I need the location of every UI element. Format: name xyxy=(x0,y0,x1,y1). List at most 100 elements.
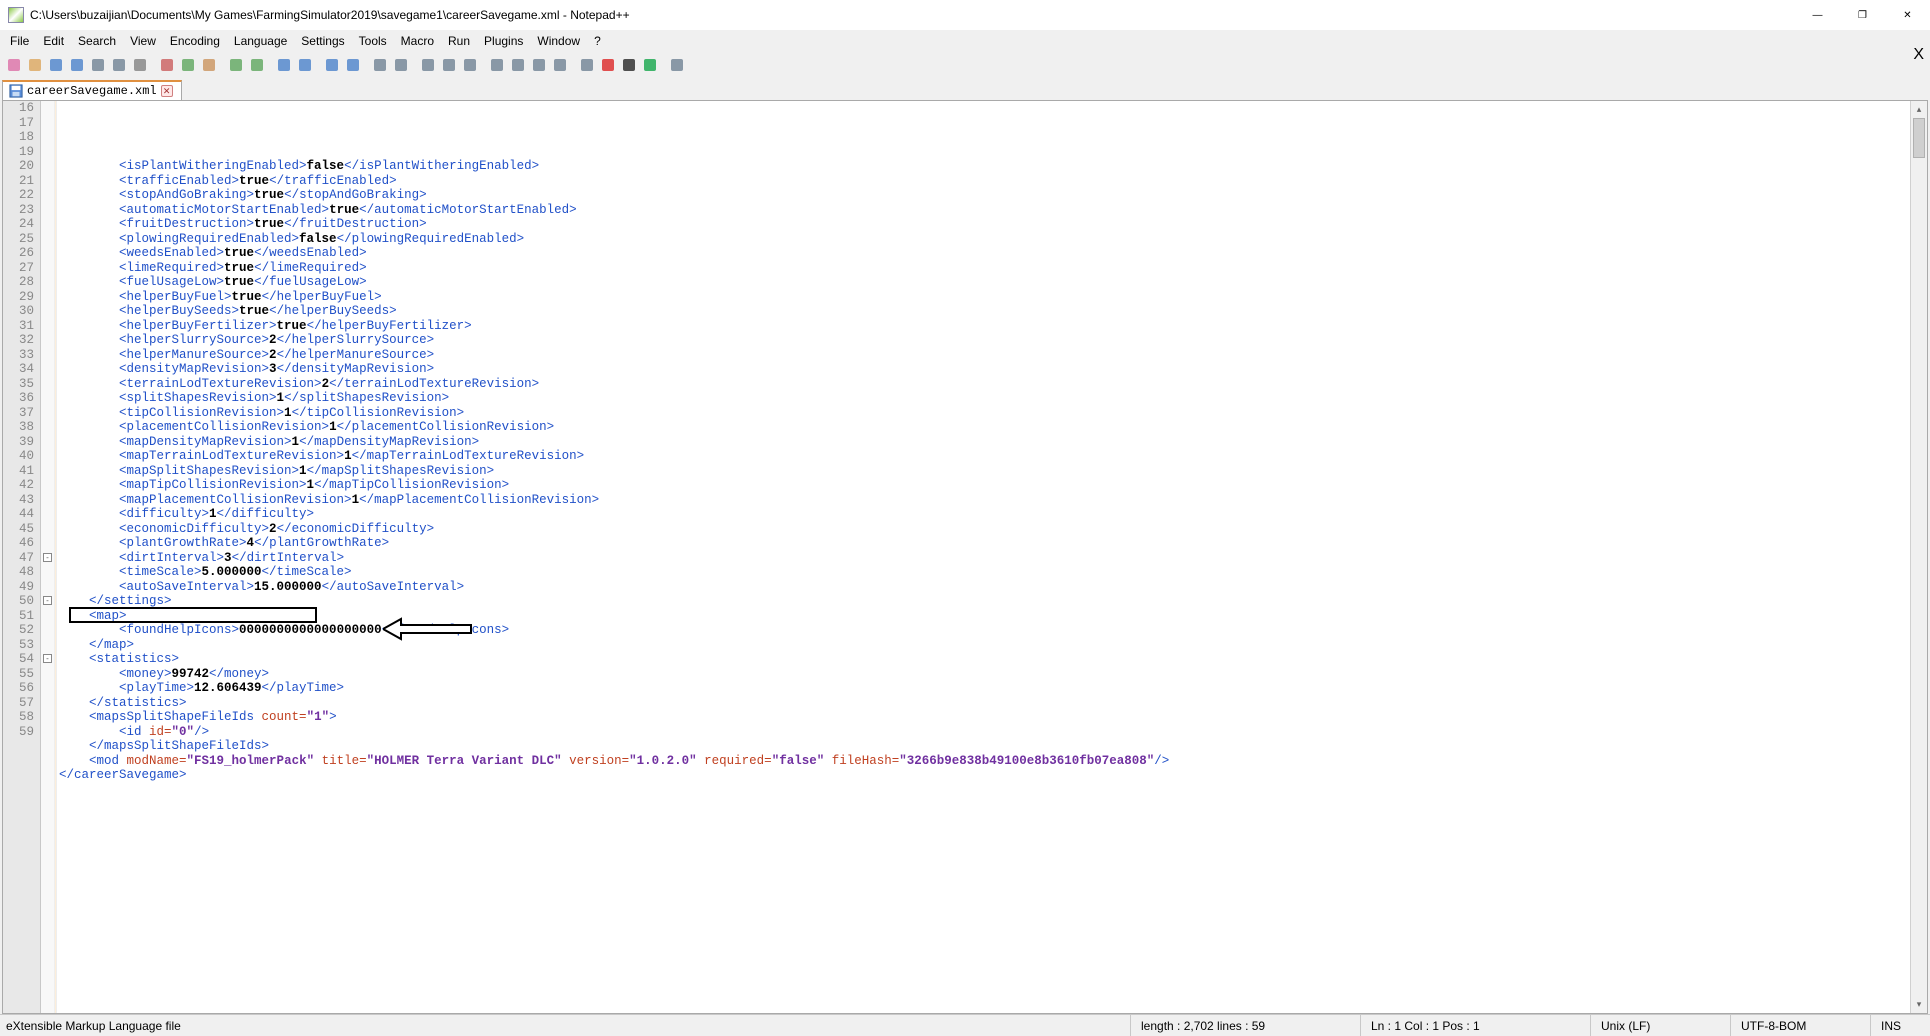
stop-icon[interactable] xyxy=(619,55,639,75)
fold-column[interactable]: - - - xyxy=(41,101,55,1013)
status-insert-mode[interactable]: INS xyxy=(1870,1015,1930,1036)
client-area-close[interactable]: X xyxy=(1913,46,1924,64)
redo-icon[interactable] xyxy=(247,55,267,75)
code-line[interactable]: <timeScale>5.000000</timeScale> xyxy=(59,565,1910,580)
code-line[interactable]: <playTime>12.606439</playTime> xyxy=(59,681,1910,696)
close-button[interactable]: ✕ xyxy=(1885,0,1930,30)
code-line[interactable]: <mod modName="FS19_holmerPack" title="HO… xyxy=(59,754,1910,769)
record-icon[interactable] xyxy=(598,55,618,75)
close-icon[interactable] xyxy=(88,55,108,75)
vertical-scrollbar[interactable]: ▴ ▾ xyxy=(1910,101,1927,1013)
code-line[interactable]: <trafficEnabled>true</trafficEnabled> xyxy=(59,174,1910,189)
menu-macro[interactable]: Macro xyxy=(395,32,440,50)
all-chars-icon[interactable] xyxy=(439,55,459,75)
code-line[interactable]: <helperBuyFertilizer>true</helperBuyFert… xyxy=(59,319,1910,334)
code-line[interactable]: <splitShapesRevision>1</splitShapesRevis… xyxy=(59,391,1910,406)
maximize-button[interactable]: ❐ xyxy=(1840,0,1885,30)
fold-toggle-icon[interactable]: - xyxy=(43,654,52,663)
code-line[interactable]: </careerSavegame> xyxy=(59,768,1910,783)
save-icon[interactable] xyxy=(46,55,66,75)
menu-encoding[interactable]: Encoding xyxy=(164,32,226,50)
sync-v-icon[interactable] xyxy=(370,55,390,75)
indent-guide-icon[interactable] xyxy=(460,55,480,75)
menu-window[interactable]: Window xyxy=(531,32,586,50)
code-line[interactable]: <automaticMotorStartEnabled>true</automa… xyxy=(59,203,1910,218)
scroll-thumb[interactable] xyxy=(1913,118,1925,158)
menu-settings[interactable]: Settings xyxy=(295,32,350,50)
scroll-track[interactable] xyxy=(1911,118,1927,996)
fold-toggle-icon[interactable]: - xyxy=(43,553,52,562)
file-tab[interactable]: careerSavegame.xml ✕ xyxy=(2,80,182,100)
replace-icon[interactable] xyxy=(295,55,315,75)
find-icon[interactable] xyxy=(274,55,294,75)
code-line[interactable]: </mapsSplitShapeFileIds> xyxy=(59,739,1910,754)
code-line[interactable]: <mapsSplitShapeFileIds count="1"> xyxy=(59,710,1910,725)
tab-close-icon[interactable]: ✕ xyxy=(161,85,173,97)
paste-icon[interactable] xyxy=(199,55,219,75)
code-line[interactable]: <mapTerrainLodTextureRevision>1</mapTerr… xyxy=(59,449,1910,464)
minimize-button[interactable]: — xyxy=(1795,0,1840,30)
code-line[interactable]: <dirtInterval>3</dirtInterval> xyxy=(59,551,1910,566)
text-area[interactable]: <isPlantWitheringEnabled>false</isPlantW… xyxy=(57,101,1910,1013)
doc-map-icon[interactable] xyxy=(508,55,528,75)
menu-edit[interactable]: Edit xyxy=(37,32,70,50)
code-line[interactable]: <difficulty>1</difficulty> xyxy=(59,507,1910,522)
code-line[interactable] xyxy=(59,783,1910,798)
close-all-icon[interactable] xyxy=(109,55,129,75)
code-line[interactable]: <densityMapRevision>3</densityMapRevisio… xyxy=(59,362,1910,377)
code-line[interactable]: <plantGrowthRate>4</plantGrowthRate> xyxy=(59,536,1910,551)
wrap-icon[interactable] xyxy=(418,55,438,75)
cut-icon[interactable] xyxy=(157,55,177,75)
save-all-icon[interactable] xyxy=(67,55,87,75)
code-line[interactable]: <isPlantWitheringEnabled>false</isPlantW… xyxy=(59,159,1910,174)
lang-icon[interactable] xyxy=(487,55,507,75)
menu-tools[interactable]: Tools xyxy=(353,32,393,50)
print-icon[interactable] xyxy=(130,55,150,75)
menu-language[interactable]: Language xyxy=(228,32,293,50)
code-line[interactable]: <economicDifficulty>2</economicDifficult… xyxy=(59,522,1910,537)
new-file-icon[interactable] xyxy=(4,55,24,75)
code-line[interactable]: <limeRequired>true</limeRequired> xyxy=(59,261,1910,276)
zoom-in-icon[interactable] xyxy=(322,55,342,75)
monitor-icon[interactable] xyxy=(577,55,597,75)
menu-plugins[interactable]: Plugins xyxy=(478,32,529,50)
code-line[interactable]: <fuelUsageLow>true</fuelUsageLow> xyxy=(59,275,1910,290)
code-line[interactable]: <plowingRequiredEnabled>false</plowingRe… xyxy=(59,232,1910,247)
code-line[interactable]: <fruitDestruction>true</fruitDestruction… xyxy=(59,217,1910,232)
run-icon[interactable] xyxy=(667,55,687,75)
menu-run[interactable]: Run xyxy=(442,32,476,50)
zoom-out-icon[interactable] xyxy=(343,55,363,75)
code-line[interactable]: <stopAndGoBraking>true</stopAndGoBraking… xyxy=(59,188,1910,203)
code-line[interactable]: <helperManureSource>2</helperManureSourc… xyxy=(59,348,1910,363)
menu-search[interactable]: Search xyxy=(72,32,122,50)
code-line[interactable]: <id id="0"/> xyxy=(59,725,1910,740)
code-line[interactable]: <mapDensityMapRevision>1</mapDensityMapR… xyxy=(59,435,1910,450)
code-line[interactable]: </statistics> xyxy=(59,696,1910,711)
scroll-down-icon[interactable]: ▾ xyxy=(1911,996,1927,1013)
code-line[interactable]: <money>99742</money> xyxy=(59,667,1910,682)
code-line[interactable]: <helperBuySeeds>true</helperBuySeeds> xyxy=(59,304,1910,319)
code-line[interactable]: <placementCollisionRevision>1</placement… xyxy=(59,420,1910,435)
code-line[interactable]: <tipCollisionRevision>1</tipCollisionRev… xyxy=(59,406,1910,421)
scroll-up-icon[interactable]: ▴ xyxy=(1911,101,1927,118)
menu-view[interactable]: View xyxy=(124,32,162,50)
status-encoding[interactable]: UTF-8-BOM xyxy=(1730,1015,1870,1036)
code-line[interactable]: <helperSlurrySource>2</helperSlurrySourc… xyxy=(59,333,1910,348)
play-icon[interactable] xyxy=(640,55,660,75)
menu-?[interactable]: ? xyxy=(588,32,607,50)
code-line[interactable]: <autoSaveInterval>15.000000</autoSaveInt… xyxy=(59,580,1910,595)
copy-icon[interactable] xyxy=(178,55,198,75)
status-eol[interactable]: Unix (LF) xyxy=(1590,1015,1730,1036)
code-line[interactable]: <mapSplitShapesRevision>1</mapSplitShape… xyxy=(59,464,1910,479)
open-file-icon[interactable] xyxy=(25,55,45,75)
code-line[interactable]: <weedsEnabled>true</weedsEnabled> xyxy=(59,246,1910,261)
folder-icon[interactable] xyxy=(550,55,570,75)
undo-icon[interactable] xyxy=(226,55,246,75)
sync-h-icon[interactable] xyxy=(391,55,411,75)
func-list-icon[interactable] xyxy=(529,55,549,75)
menu-file[interactable]: File xyxy=(4,32,35,50)
code-line[interactable]: <mapPlacementCollisionRevision>1</mapPla… xyxy=(59,493,1910,508)
fold-toggle-icon[interactable]: - xyxy=(43,596,52,605)
code-line[interactable]: <mapTipCollisionRevision>1</mapTipCollis… xyxy=(59,478,1910,493)
code-line[interactable]: <helperBuyFuel>true</helperBuyFuel> xyxy=(59,290,1910,305)
